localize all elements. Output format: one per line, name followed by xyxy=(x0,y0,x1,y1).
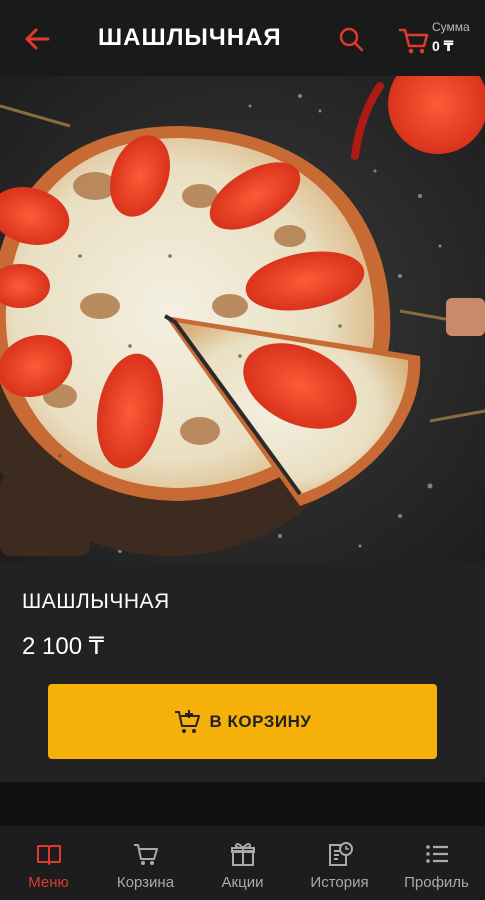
nav-item-cart[interactable]: Корзина xyxy=(97,826,194,900)
product-image xyxy=(0,76,485,562)
cart-sum-label: Сумма xyxy=(432,20,470,34)
nav-label-history: История xyxy=(310,874,369,891)
cart-icon xyxy=(133,844,158,865)
book-icon xyxy=(36,845,61,865)
top-app-bar: ШАШЛЫЧНАЯ Сумма 0 ₸ xyxy=(0,0,485,76)
nav-item-promotions[interactable]: Акции xyxy=(194,826,291,900)
product-details: ШАШЛЫЧНАЯ 2 100 ₸ В КОРЗИНУ xyxy=(0,562,485,782)
nav-item-history[interactable]: История xyxy=(291,826,388,900)
content-spacer xyxy=(0,782,485,826)
cart-plus-icon xyxy=(174,709,200,733)
nav-item-menu[interactable]: Меню xyxy=(0,826,97,900)
page-title: ШАШЛЫЧНАЯ xyxy=(98,24,282,51)
nav-label-menu: Меню xyxy=(28,874,69,891)
add-to-cart-label: В КОРЗИНУ xyxy=(209,711,312,731)
nav-label-promotions: Акции xyxy=(221,874,264,891)
cart-icon[interactable] xyxy=(398,26,430,56)
nav-item-profile[interactable]: Профиль xyxy=(388,826,485,900)
back-arrow-icon[interactable] xyxy=(22,24,52,54)
cart-sum-value: 0 ₸ xyxy=(432,38,454,54)
list-icon xyxy=(425,845,448,863)
nav-label-cart: Корзина xyxy=(116,874,175,891)
history-icon xyxy=(328,842,353,866)
search-icon[interactable] xyxy=(338,26,364,52)
add-to-cart-button[interactable]: В КОРЗИНУ xyxy=(48,684,437,759)
product-name: ШАШЛЫЧНАЯ xyxy=(22,590,170,613)
product-price: 2 100 ₸ xyxy=(22,633,104,660)
nav-label-profile: Профиль xyxy=(404,874,469,891)
gift-icon xyxy=(230,843,255,866)
bottom-navigation: Меню Корзина Акции История Профиль xyxy=(0,826,485,900)
